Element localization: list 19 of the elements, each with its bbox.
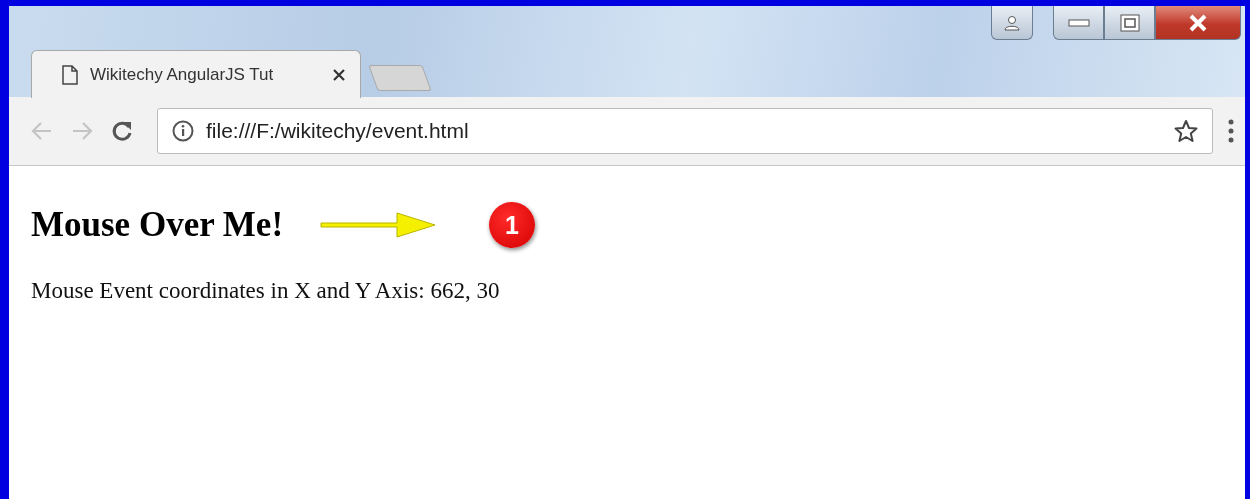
close-icon[interactable] [332,67,346,82]
browser-tab[interactable]: Wikitechy AngularJS Tut [31,50,361,98]
menu-icon[interactable] [1227,118,1235,144]
coordinates-text: Mouse Event coordinates in X and Y Axis: 662, 30 [31,278,501,304]
user-icon [1004,14,1020,31]
close-button[interactable] [1155,6,1241,40]
maximize-button[interactable] [1104,6,1155,40]
url-text: file:///F:/wikitechy/event.html [206,119,470,143]
close-icon [1188,13,1208,32]
address-field[interactable]: file:///F:/wikitechy/event.html [157,108,1213,154]
page-icon [62,64,78,85]
minimize-icon [1067,17,1090,28]
maximize-icon [1119,13,1140,32]
page-heading: Mouse Over Me! [31,205,284,245]
info-icon[interactable] [172,120,194,142]
minimize-button[interactable] [1053,6,1104,40]
star-icon[interactable] [1174,119,1198,143]
number-badge: 1 [489,202,536,248]
profile-button[interactable] [991,6,1033,40]
